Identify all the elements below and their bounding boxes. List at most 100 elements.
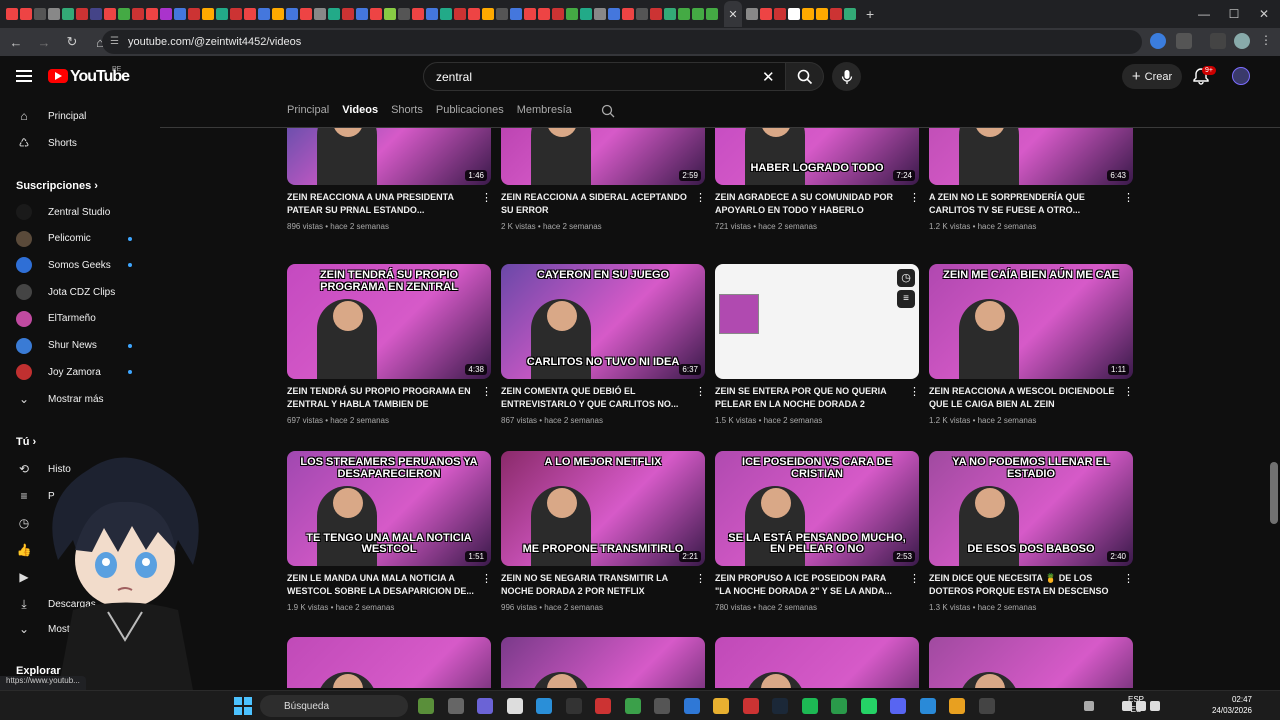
obs-icon[interactable]: [654, 698, 670, 714]
site-info-icon[interactable]: ☰: [110, 36, 119, 47]
more-options-icon[interactable]: ⋮: [481, 572, 492, 585]
video-card[interactable]: ZEIN TENDRÁ SU PROPIO PROGRAMA EN ZENTRA…: [287, 264, 492, 425]
video-card[interactable]: [929, 637, 1133, 688]
taskbar-app-icon[interactable]: [447, 698, 464, 714]
video-title[interactable]: A ZEIN NO LE SORPRENDERÍA QUE CARLITOS T…: [929, 191, 1117, 217]
video-card[interactable]: ICE POSEIDON VS CARA DE CRISTIAN SE LA ES…: [715, 451, 920, 612]
video-title[interactable]: ZEIN REACCIONA A UNA PRESIDENTA PATEAR S…: [287, 191, 475, 217]
active-tab-close-icon[interactable]: ✕: [724, 1, 742, 27]
browser-tab-favicon[interactable]: [384, 8, 396, 20]
discord-icon[interactable]: [890, 698, 906, 714]
browser-tab-favicon[interactable]: [608, 8, 620, 20]
browser-tab-favicon[interactable]: [258, 8, 270, 20]
puzzle-icon[interactable]: [1176, 33, 1192, 49]
video-card[interactable]: 6:43 A ZEIN NO LE SORPRENDERÍA QUE CARLIT…: [929, 128, 1134, 231]
settings-icon[interactable]: [506, 698, 523, 714]
video-thumbnail[interactable]: A LO MEJOR NETFLIX ME PROPONE TRANSMITIRL…: [501, 451, 705, 566]
video-card[interactable]: ZEIN TODO ES MI CULPA COMETÍ UN ERROR2:5…: [501, 128, 706, 231]
browser-tab-favicon[interactable]: [566, 8, 578, 20]
video-title[interactable]: ZEIN AGRADECE A SU COMUNIDAD POR APOYARL…: [715, 191, 903, 217]
browser-tab-favicon[interactable]: [746, 8, 758, 20]
browser-tab-favicon[interactable]: [146, 8, 158, 20]
more-options-icon[interactable]: ⋮: [695, 572, 706, 585]
chrome-icon[interactable]: [624, 698, 641, 714]
video-title[interactable]: ZEIN SE ENTERA POR QUE NO QUERIA PELEAR …: [715, 385, 903, 411]
video-title[interactable]: ZEIN NO SE NEGARIA TRANSMITIR LA NOCHE D…: [501, 572, 689, 598]
app-icon[interactable]: [978, 698, 995, 714]
new-tab-button[interactable]: +: [866, 6, 874, 22]
browser-tab-favicon[interactable]: [188, 8, 200, 20]
browser-tab-favicon[interactable]: [104, 8, 116, 20]
video-card[interactable]: A LO MEJOR NETFLIX ME PROPONE TRANSMITIRL…: [501, 451, 706, 612]
more-options-icon[interactable]: ⋮: [1123, 572, 1134, 585]
system-tray-icon[interactable]: [1122, 701, 1132, 711]
video-title[interactable]: ZEIN REACCIONA A SIDERAL ACEPTANDO SU ER…: [501, 191, 689, 217]
browser-tab-favicon[interactable]: [6, 8, 18, 20]
browser-tab-favicon[interactable]: [706, 8, 718, 20]
browser-tab-favicon[interactable]: [636, 8, 648, 20]
video-thumbnail[interactable]: ZEIN TENDRÁ SU PROPIO PROGRAMA EN ZENTRA…: [287, 264, 491, 379]
browser-tab-favicon[interactable]: [440, 8, 452, 20]
terminal-icon[interactable]: [565, 698, 582, 714]
browser-tab-favicon[interactable]: [20, 8, 32, 20]
app-icon[interactable]: [919, 698, 936, 714]
more-options-icon[interactable]: ⋮: [1123, 385, 1134, 398]
video-thumbnail[interactable]: [501, 637, 705, 688]
video-card[interactable]: 1:46 ZEIN REACCIONA A UNA PRESIDENTA PATE…: [287, 128, 492, 231]
steam-icon[interactable]: [772, 698, 788, 714]
video-card[interactable]: CAYERON EN SU JUEGO CARLITOS NO TUVO NI I…: [501, 264, 706, 425]
browser-tab-favicon[interactable]: [34, 8, 46, 20]
video-title[interactable]: ZEIN TENDRÁ SU PROPIO PROGRAMA EN ZENTRA…: [287, 385, 475, 411]
browser-tab-favicon[interactable]: [552, 8, 564, 20]
page-scrollbar[interactable]: [1270, 462, 1278, 524]
add-to-queue-icon[interactable]: ≡: [897, 290, 915, 308]
browser-tab-favicon[interactable]: [48, 8, 60, 20]
more-options-icon[interactable]: ⋮: [909, 572, 920, 585]
browser-tab-favicon[interactable]: [774, 8, 786, 20]
video-card[interactable]: [501, 637, 705, 688]
video-title[interactable]: ZEIN REACCIONA A WESCOL DICIENDOLE QUE L…: [929, 385, 1117, 411]
video-title[interactable]: ZEIN PROPUSO A ICE POSEIDON PARA "LA NOC…: [715, 572, 903, 598]
video-card[interactable]: ◷ ≡ ZEIN SE ENTERA POR QUE NO QUERIA PELEA…: [715, 264, 920, 425]
close-window-button[interactable]: ✕: [1246, 0, 1280, 28]
browser-tab-favicon[interactable]: [230, 8, 242, 20]
system-tray-icon[interactable]: [1136, 701, 1146, 711]
windows-start-icon[interactable]: [234, 697, 252, 715]
video-thumbnail[interactable]: ICE POSEIDON VS CARA DE CRISTIAN SE LA ES…: [715, 451, 919, 566]
file-explorer-icon[interactable]: [713, 698, 729, 714]
browser-tab-favicon[interactable]: [62, 8, 74, 20]
browser-tab-favicon[interactable]: [300, 8, 312, 20]
browser-tab-favicon[interactable]: [650, 8, 662, 20]
tab-shorts[interactable]: Shorts: [391, 104, 423, 118]
tab-membres-a[interactable]: Membresía: [517, 104, 572, 118]
browser-tab-favicon[interactable]: [412, 8, 424, 20]
browser-tab-favicon[interactable]: [160, 8, 172, 20]
video-card[interactable]: YA NO PODEMOS LLENAR EL ESTADIO DE ESOS D…: [929, 451, 1134, 612]
taskbar-clock[interactable]: 02:47 24/03/2026: [1206, 694, 1252, 716]
sidebar-item-eltarme-o[interactable]: ElTarmeño: [16, 307, 96, 331]
video-title[interactable]: ZEIN DICE QUE NECESITA 🍍 DE LOS DOTEROS …: [929, 572, 1117, 598]
tab-principal[interactable]: Principal: [287, 104, 329, 118]
browser-tab-favicon[interactable]: [496, 8, 508, 20]
account-avatar[interactable]: [1232, 67, 1250, 85]
more-options-icon[interactable]: ⋮: [695, 385, 706, 398]
browser-tab-favicon[interactable]: [174, 8, 186, 20]
browser-tab-favicon[interactable]: [538, 8, 550, 20]
sidebar-item-joy-zamora[interactable]: Joy Zamora: [16, 360, 101, 384]
browser-tab-favicon[interactable]: [272, 8, 284, 20]
browser-tab-favicon[interactable]: [328, 8, 340, 20]
youtube-logo-icon[interactable]: [48, 69, 68, 83]
more-options-icon[interactable]: ⋮: [909, 191, 920, 204]
browser-tab-favicon[interactable]: [118, 8, 130, 20]
search-input[interactable]: zentral: [423, 62, 786, 91]
clear-search-icon[interactable]: ✕: [762, 68, 775, 86]
video-thumbnail[interactable]: 6:43: [929, 128, 1133, 185]
video-thumbnail[interactable]: 1:46: [287, 128, 491, 185]
browser-tab-favicon[interactable]: [482, 8, 494, 20]
browser-tab-favicon[interactable]: [426, 8, 438, 20]
video-title[interactable]: ZEIN LE MANDA UNA MALA NOTICIA A WESTCOL…: [287, 572, 475, 598]
extension-icon[interactable]: [1150, 33, 1166, 49]
browser-menu-icon[interactable]: ⋮: [1258, 33, 1274, 49]
search-button[interactable]: [786, 62, 824, 91]
sidebar-item-pelicomic[interactable]: Pelicomic: [16, 227, 91, 251]
